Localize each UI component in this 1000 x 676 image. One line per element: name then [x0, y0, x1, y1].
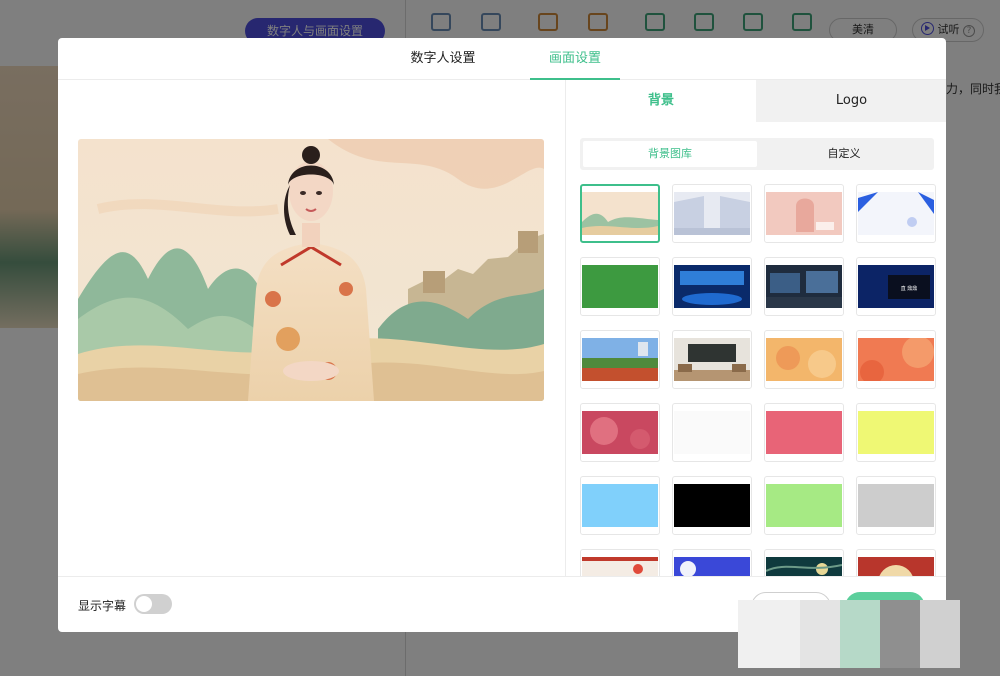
tab-scene-settings[interactable]: 画面设置: [530, 38, 620, 80]
segment-background-library[interactable]: 背景图库: [583, 141, 757, 167]
dark-blue-screen-image: 直 鼎鼎: [858, 265, 934, 308]
background-thumb-blue-white-tech[interactable]: [856, 184, 936, 243]
background-thumb-black-solid[interactable]: [672, 476, 752, 535]
background-grid: 直 鼎鼎: [580, 184, 940, 576]
background-thumb-sports-field[interactable]: [580, 330, 660, 389]
background-thumb-light-green-solid[interactable]: [764, 476, 844, 535]
dark-blue-screen-caption: 直 鼎鼎: [901, 285, 918, 292]
green-screen-image: [582, 265, 658, 308]
scene-settings-dialog: 数字人设置 画面设置 背景 Logo 背景图库 自定义 直 鼎鼎 显示字幕: [58, 38, 946, 632]
light-green-solid-image: [766, 484, 842, 527]
blue-white-tech-image: [858, 192, 934, 235]
background-thumb-pink-solid[interactable]: [764, 403, 844, 462]
pixel-artifact: [738, 600, 800, 668]
lime-solid-image: [858, 411, 934, 454]
background-thumb-classroom[interactable]: [672, 330, 752, 389]
background-panel: 背景 Logo 背景图库 自定义 直 鼎鼎: [565, 80, 946, 576]
background-thumb-dark-blue-screen[interactable]: 直 鼎鼎: [856, 257, 936, 316]
preview-image: [78, 139, 544, 401]
background-thumb-pink-room[interactable]: [764, 184, 844, 243]
white-tech-stage-image: [674, 192, 750, 235]
background-thumb-dark-teal-lanterns[interactable]: [764, 549, 844, 576]
show-subtitles-label: 显示字幕: [78, 599, 127, 613]
office-hall-image: [766, 265, 842, 308]
blue-moon-image: [674, 557, 750, 576]
scene-preview: [78, 139, 544, 401]
pixel-artifact: [880, 600, 920, 668]
dialog-tab-bar: 数字人设置 画面设置: [58, 38, 946, 80]
background-thumb-chinese-landscape[interactable]: [580, 184, 660, 243]
toggle-knob: [136, 596, 152, 612]
background-thumb-orange-abstract[interactable]: [764, 330, 844, 389]
tab-logo[interactable]: Logo: [756, 80, 946, 122]
show-subtitles-toggle[interactable]: [134, 594, 172, 614]
background-thumb-red-gold-pattern[interactable]: [856, 549, 936, 576]
plain-white-image: [674, 411, 750, 454]
pink-solid-image: [766, 411, 842, 454]
tab-background[interactable]: 背景: [566, 80, 756, 122]
light-gray-solid-image: [858, 484, 934, 527]
background-thumb-coral-gradient[interactable]: [856, 330, 936, 389]
black-solid-image: [674, 484, 750, 527]
background-thumb-office-hall[interactable]: [764, 257, 844, 316]
background-thumb-lime-solid[interactable]: [856, 403, 936, 462]
segment-custom[interactable]: 自定义: [757, 141, 931, 167]
red-bokeh-image: [582, 411, 658, 454]
background-thumb-sky-blue-solid[interactable]: [580, 476, 660, 535]
pixel-artifact: [800, 600, 840, 668]
background-thumb-festival-red[interactable]: [580, 549, 660, 576]
pixel-artifact: [920, 600, 960, 668]
dark-teal-lanterns-image: [766, 557, 842, 576]
background-thumb-blue-studio[interactable]: [672, 257, 752, 316]
background-thumb-blue-moon[interactable]: [672, 549, 752, 576]
tab-digital-human-settings[interactable]: 数字人设置: [403, 38, 483, 80]
classroom-image: [674, 338, 750, 381]
festival-red-image: [582, 557, 658, 576]
orange-abstract-image: [766, 338, 842, 381]
red-gold-pattern-image: [858, 557, 934, 576]
sky-blue-solid-image: [582, 484, 658, 527]
pink-room-image: [766, 192, 842, 235]
background-thumb-white-tech-stage[interactable]: [672, 184, 752, 243]
background-source-switch: 背景图库 自定义: [580, 138, 934, 170]
sports-field-image: [582, 338, 658, 381]
coral-gradient-image: [858, 338, 934, 381]
chinese-landscape-image: [582, 192, 658, 235]
background-thumb-light-gray-solid[interactable]: [856, 476, 936, 535]
background-thumb-green-screen[interactable]: [580, 257, 660, 316]
pixel-artifact: [840, 600, 880, 668]
blue-studio-image: [674, 265, 750, 308]
background-thumb-plain-white[interactable]: [672, 403, 752, 462]
background-thumb-red-bokeh[interactable]: [580, 403, 660, 462]
